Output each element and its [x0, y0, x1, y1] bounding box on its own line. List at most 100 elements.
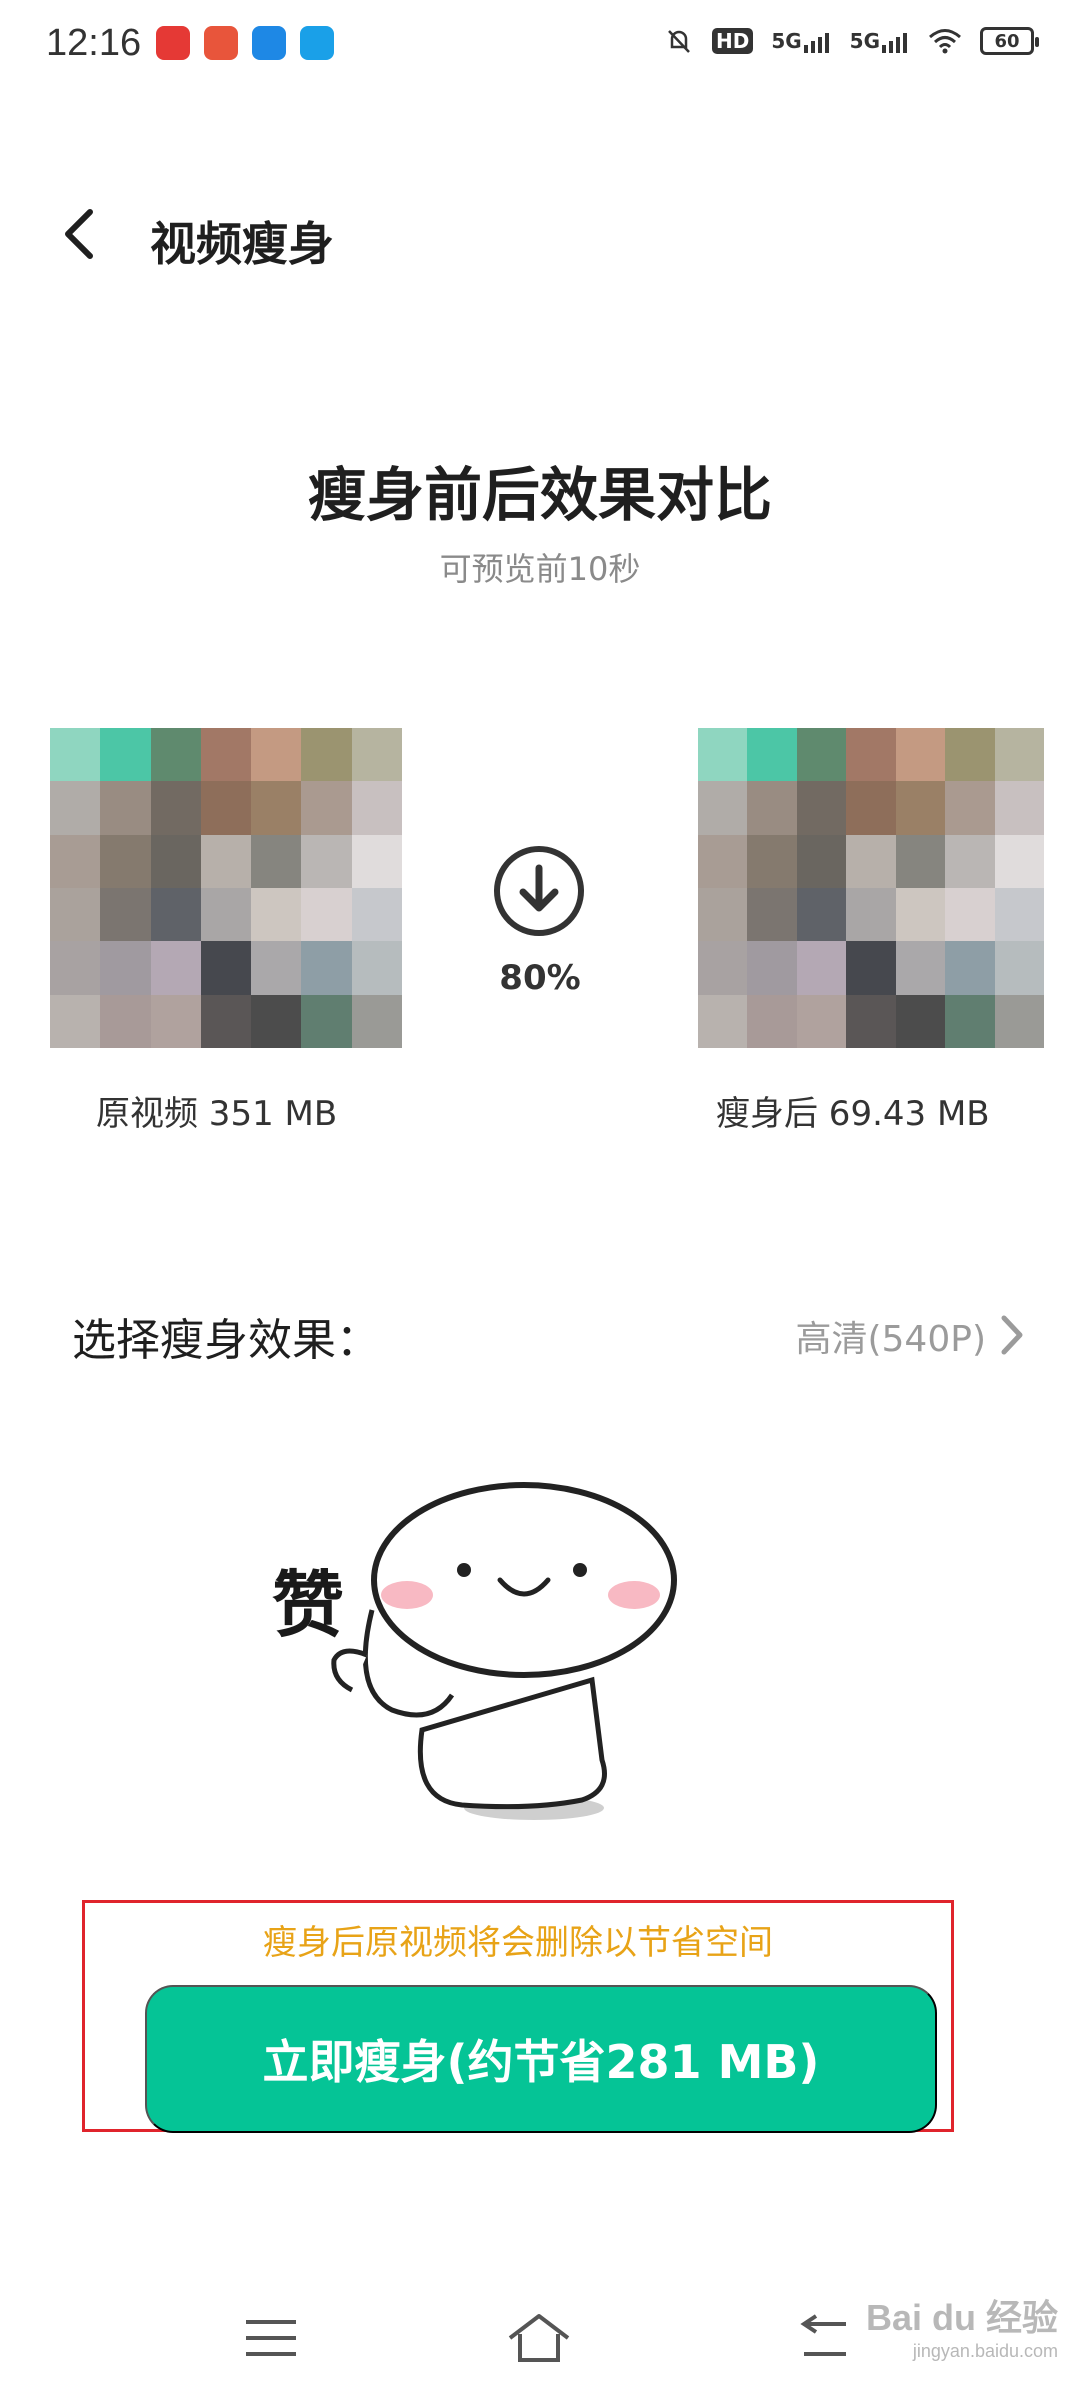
thumbnail-mosaic-cell — [895, 994, 946, 1048]
thumbnail-mosaic-cell — [200, 887, 252, 942]
signal-label: 5G — [771, 29, 802, 53]
signal-5g-1: 5G — [771, 29, 831, 53]
original-video-thumbnail[interactable] — [50, 728, 402, 1048]
thumbnail-mosaic-cell — [994, 728, 1044, 782]
thumbnail-mosaic-cell — [301, 781, 352, 835]
app-notification-icon — [204, 26, 238, 60]
thumbnail-mosaic-cell — [698, 994, 748, 1048]
thumbnail-mosaic-cell — [251, 728, 302, 782]
thumbnail-mosaic-cell — [994, 887, 1044, 942]
thumbnail-mosaic-cell — [301, 887, 352, 942]
mute-bell-icon — [668, 30, 690, 53]
thumbnail-mosaic-cell — [895, 781, 946, 835]
status-indicators: HD 5G 5G 60 — [664, 26, 1039, 56]
thumbnail-mosaic-cell — [895, 728, 946, 782]
thumbnail-mosaic-cell — [698, 887, 748, 942]
thumbnail-mosaic-cell — [301, 728, 352, 782]
thumbnail-mosaic-cell — [100, 781, 151, 835]
thumbnail-mosaic-cell — [100, 728, 151, 782]
thumbnail-mosaic-cell — [150, 781, 201, 835]
thumbnail-mosaic-cell — [994, 994, 1044, 1048]
thumbnail-mosaic-cell — [251, 887, 302, 942]
status-bar: 12:16 HD 5G 5G 60 — [0, 0, 1080, 100]
thumbnail-mosaic-cell — [895, 834, 946, 888]
thumbnail-mosaic-cell — [698, 834, 748, 888]
thumbnail-mosaic-cell — [846, 834, 896, 888]
baidu-jingyan-watermark: Bai du 经验 jingyan.baidu.com — [865, 2297, 1058, 2361]
thumbnail-mosaic-cell — [796, 994, 847, 1048]
thumbnail-mosaic-cell — [50, 994, 101, 1048]
thumbnail-mosaic-cell — [150, 941, 201, 995]
download-arrow-icon — [494, 846, 584, 936]
wifi-icon — [929, 29, 961, 54]
back-arrow-icon[interactable] — [50, 202, 114, 266]
thumbnail-mosaic-cell — [100, 941, 151, 995]
thumbnail-mosaic-cell — [747, 994, 797, 1048]
action-highlight-box: 瘦身后原视频将会删除以节省空间 立即瘦身(约节省281 MB) — [82, 1900, 954, 2133]
select-effect-label: 选择瘦身效果： — [72, 1315, 380, 1366]
thumbnail-mosaic-cell — [945, 994, 995, 1048]
thumbnail-mosaic-cell — [994, 781, 1044, 835]
thumbnail-mosaic-cell — [150, 994, 201, 1048]
thumbnail-mosaic-cell — [100, 994, 151, 1048]
thumbnail-mosaic-cell — [945, 781, 995, 835]
compare-title: 瘦身前后效果对比 — [307, 461, 772, 529]
thumbnail-mosaic-cell — [796, 834, 847, 888]
thumbnail-mosaic-cell — [895, 887, 946, 942]
thumbnail-mosaic-cell — [945, 941, 995, 995]
chevron-right-icon[interactable] — [994, 1310, 1030, 1360]
thumbnail-mosaic-cell — [200, 781, 252, 835]
thumbnail-mosaic-cell — [994, 941, 1044, 995]
original-caption: 原视频 351 MB — [96, 1094, 338, 1134]
slim-now-button[interactable]: 立即瘦身(约节省281 MB) — [145, 1985, 937, 2133]
thumbnail-mosaic-cell — [846, 728, 896, 782]
signal-label: 5G — [849, 29, 880, 53]
status-time: 12:16 — [46, 22, 142, 64]
thumbnail-mosaic-cell — [698, 941, 748, 995]
app-notification-icon — [252, 26, 286, 60]
slim-caption: 瘦身后 69.43 MB — [716, 1094, 990, 1134]
thumbnail-mosaic-cell — [50, 834, 101, 888]
thumbnail-mosaic-cell — [301, 994, 352, 1048]
thumbnail-mosaic-cell — [747, 728, 797, 782]
thumbnail-mosaic-cell — [50, 728, 101, 782]
thumbnail-mosaic-cell — [895, 941, 946, 995]
thumbs-up-sticker: 赞 — [272, 1482, 677, 1820]
watermark-brand: Bai du 经验 — [865, 2297, 1058, 2338]
signal-bars-icon — [803, 33, 829, 53]
thumbnail-mosaic-cell — [747, 941, 797, 995]
thumbnail-mosaic-cell — [251, 834, 302, 888]
thumbnail-mosaic-cell — [301, 941, 352, 995]
menu-icon[interactable] — [236, 2310, 306, 2366]
thumbnail-mosaic-cell — [351, 834, 402, 888]
back-nav-icon[interactable] — [790, 2310, 860, 2366]
thumbnail-mosaic-cell — [301, 834, 352, 888]
compression-percent: 80% — [499, 958, 581, 998]
thumbnail-mosaic-cell — [200, 834, 252, 888]
select-effect-value[interactable]: 高清(540P) — [795, 1310, 986, 1362]
thumbnail-mosaic-cell — [351, 941, 402, 995]
home-icon[interactable] — [504, 2310, 574, 2366]
thumbnail-mosaic-cell — [846, 781, 896, 835]
battery-icon: 60 — [980, 27, 1039, 55]
thumbnail-mosaic-cell — [747, 887, 797, 942]
watermark-url: jingyan.baidu.com — [912, 2341, 1058, 2361]
thumbnail-mosaic-cell — [251, 781, 302, 835]
thumbnail-mosaic-cell — [50, 887, 101, 942]
thumbnail-mosaic-cell — [945, 834, 995, 888]
select-effect-row[interactable]: 选择瘦身效果： 高清(540P) — [0, 1290, 1080, 1380]
sticker-text: 赞 — [272, 1563, 344, 1647]
slim-video-thumbnail[interactable] — [698, 728, 1044, 1048]
app-notification-icon — [156, 26, 190, 60]
thumbnail-mosaic-cell — [846, 887, 896, 942]
thumbnail-mosaic-cell — [50, 941, 101, 995]
thumbnail-mosaic-cell — [351, 781, 402, 835]
thumbnail-mosaic-cell — [200, 941, 252, 995]
thumbnail-mosaic-cell — [747, 834, 797, 888]
thumbnail-mosaic-cell — [100, 887, 151, 942]
status-app-icons — [156, 26, 334, 60]
thumbnail-mosaic-cell — [796, 941, 847, 995]
thumbnail-mosaic-cell — [796, 887, 847, 942]
app-notification-icon — [300, 26, 334, 60]
thumbnail-mosaic-cell — [994, 834, 1044, 888]
